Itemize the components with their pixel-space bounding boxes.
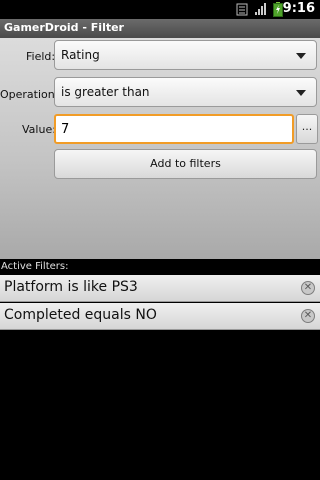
operation-select[interactable]: is greater than: [54, 77, 317, 107]
remove-icon[interactable]: ✕: [301, 309, 315, 323]
usb-debug-icon: [236, 3, 248, 16]
battery-icon: [273, 2, 283, 17]
list-item[interactable]: Platform is like PS3 ✕: [0, 275, 320, 302]
app-title: GamerDroid - Filter: [4, 21, 124, 34]
filter-label: Platform is like PS3: [4, 279, 138, 295]
active-filters-header: Active Filters:: [0, 260, 320, 274]
value-field[interactable]: [54, 114, 294, 144]
value-input[interactable]: [56, 116, 292, 142]
field-label: Field:: [26, 50, 56, 63]
list-item[interactable]: Completed equals NO ✕: [0, 303, 320, 330]
chevron-down-icon: [296, 53, 306, 59]
value-label: Value:: [22, 123, 56, 136]
value-picker-button[interactable]: ...: [296, 114, 318, 144]
filter-form: Field: Rating Operation: is greater than…: [0, 38, 320, 259]
active-filters-heading: Active Filters:: [1, 261, 69, 272]
operation-select-value: is greater than: [61, 85, 150, 99]
clock: 9:16: [282, 1, 315, 16]
title-bar: GamerDroid - Filter: [0, 19, 320, 39]
status-bar: 9:16: [0, 0, 320, 19]
chevron-down-icon: [296, 90, 306, 96]
add-to-filters-button[interactable]: Add to filters: [54, 149, 317, 179]
signal-icon: [255, 3, 266, 15]
remove-icon[interactable]: ✕: [301, 281, 315, 295]
field-select-value: Rating: [61, 48, 100, 62]
field-select[interactable]: Rating: [54, 40, 317, 70]
filter-label: Completed equals NO: [4, 307, 157, 323]
operation-label: Operation:: [0, 88, 59, 101]
